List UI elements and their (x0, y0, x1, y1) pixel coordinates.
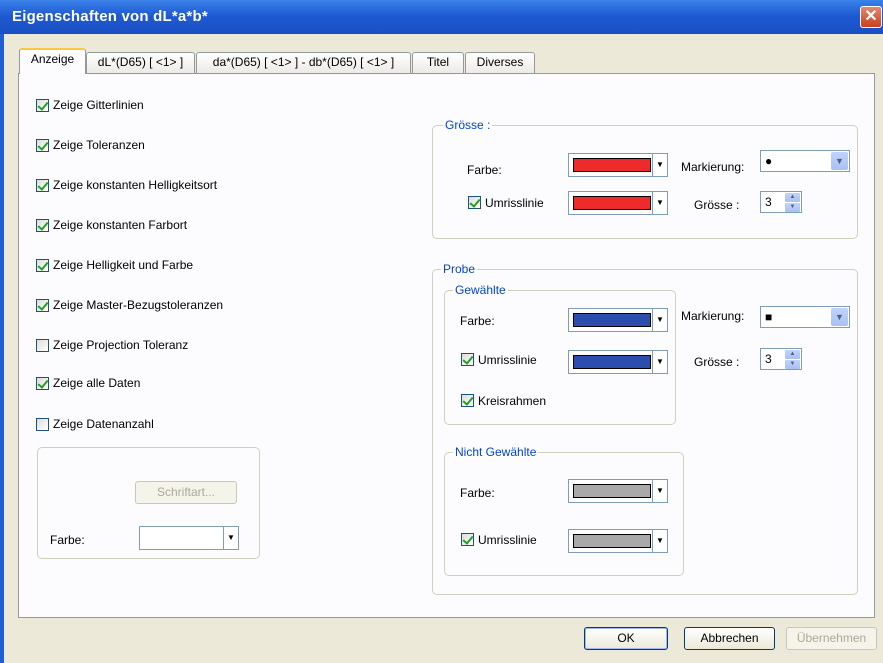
option-label-0: Zeige Gitterlinien (53, 98, 144, 112)
font-color-picker[interactable]: ▼ (139, 526, 239, 550)
groesse-umriss-swatch (573, 196, 651, 210)
probe-groesse-value: 3 (765, 352, 772, 366)
gewaehlte-kreis-checkbox[interactable] (461, 394, 474, 407)
nicht-gewaehlte-farbe-swatch (573, 484, 651, 498)
probe-groesse-spinner[interactable]: 3 ▲ ▼ (760, 348, 802, 370)
gewaehlte-umriss-swatch (573, 355, 651, 369)
gewaehlte-farbe-picker[interactable]: ▼ (568, 308, 668, 332)
apply-button[interactable]: Übernehmen (786, 627, 877, 650)
groesse-groupbox (432, 125, 858, 239)
groesse-farbe-label: Farbe: (467, 163, 502, 177)
nicht-gewaehlte-groupbox (444, 452, 684, 576)
option-checkbox-3[interactable] (36, 219, 49, 232)
chevron-down-icon: ▼ (652, 154, 667, 176)
chevron-down-icon: ▼ (652, 351, 667, 373)
tab-anzeige[interactable]: Anzeige (19, 48, 86, 74)
cancel-button[interactable]: Abbrechen (684, 627, 775, 650)
close-button[interactable]: ✕ (860, 6, 882, 28)
chevron-down-icon: ▼ (831, 308, 848, 326)
gewaehlte-umriss-checkbox[interactable] (461, 353, 474, 366)
chevron-down-icon: ▼ (652, 309, 667, 331)
option-label-4: Zeige Helligkeit und Farbe (53, 258, 194, 272)
option-checkbox-5[interactable] (36, 299, 49, 312)
window-title: Eigenschaften von dL*a*b* (12, 8, 208, 25)
groesse-farbe-picker[interactable]: ▼ (568, 153, 668, 177)
nicht-gewaehlte-group-title: Nicht Gewählte (453, 445, 539, 459)
groesse-markierung-value: ● (765, 154, 773, 168)
option-checkbox-1[interactable] (36, 139, 49, 152)
gewaehlte-group-title: Gewählte (453, 283, 508, 297)
option-checkbox-0[interactable] (36, 99, 49, 112)
option-label-5: Zeige Master-Bezugstoleranzen (53, 298, 224, 312)
gewaehlte-umriss-picker[interactable]: ▼ (568, 350, 668, 374)
nicht-gewaehlte-farbe-label: Farbe: (460, 486, 495, 500)
option-label-7: Zeige alle Daten (53, 376, 141, 390)
tab-diverses[interactable]: Diverses (465, 52, 535, 73)
probe-markierung-select[interactable]: ■ ▼ (760, 306, 850, 328)
font-color-swatch (144, 531, 222, 545)
probe-markierung-label: Markierung: (681, 309, 745, 323)
nicht-gewaehlte-umriss-label: Umrisslinie (478, 533, 537, 547)
option-label-2: Zeige konstanten Helligkeitsort (53, 178, 218, 192)
ok-button[interactable]: OK (584, 627, 668, 650)
option-checkbox-6[interactable] (36, 339, 49, 352)
groesse-group-title: Grösse : (443, 118, 493, 132)
dialog-window: Eigenschaften von dL*a*b* ✕ Anzeige dL*(… (0, 0, 883, 663)
gewaehlte-umriss-label: Umrisslinie (478, 353, 537, 367)
title-bar[interactable]: Eigenschaften von dL*a*b* ✕ (0, 0, 883, 34)
option-checkbox-7[interactable] (36, 377, 49, 390)
groesse-farbe-swatch (573, 158, 651, 172)
groesse-groesse-spinner[interactable]: 3 ▲ ▼ (760, 191, 802, 213)
groesse-groesse-label: Grösse : (694, 198, 740, 212)
probe-group-title: Probe (441, 262, 478, 276)
option-label-1: Zeige Toleranzen (53, 138, 145, 152)
font-button[interactable]: Schriftart... (135, 481, 237, 504)
gewaehlte-farbe-swatch (573, 313, 651, 327)
nicht-gewaehlte-umriss-picker[interactable]: ▼ (568, 529, 668, 553)
dialog-client-area: Anzeige dL*(D65) [ <1> ] da*(D65) [ <1> … (4, 34, 883, 663)
groesse-umriss-label: Umrisslinie (485, 196, 544, 210)
option-checkbox-2[interactable] (36, 179, 49, 192)
spin-up-icon[interactable]: ▲ (785, 193, 800, 202)
nicht-gewaehlte-umriss-checkbox[interactable] (461, 533, 474, 546)
nicht-gewaehlte-umriss-swatch (573, 534, 651, 548)
spin-up-icon[interactable]: ▲ (785, 350, 800, 359)
groesse-umriss-picker[interactable]: ▼ (568, 191, 668, 215)
chevron-down-icon: ▼ (652, 530, 667, 552)
probe-groesse-label: Grösse : (694, 355, 740, 369)
nicht-gewaehlte-farbe-picker[interactable]: ▼ (568, 479, 668, 503)
option-label-3: Zeige konstanten Farbort (53, 218, 188, 232)
option-label-8: Zeige Datenanzahl (53, 417, 154, 431)
spin-down-icon[interactable]: ▼ (785, 360, 800, 369)
font-color-label: Farbe: (50, 533, 85, 547)
groesse-umriss-checkbox[interactable] (468, 196, 481, 209)
option-checkbox-8[interactable] (36, 418, 49, 431)
probe-markierung-value: ■ (765, 310, 773, 324)
chevron-down-icon: ▼ (223, 527, 238, 549)
option-checkbox-4[interactable] (36, 259, 49, 272)
option-label-6: Zeige Projection Toleranz (53, 338, 189, 352)
gewaehlte-farbe-label: Farbe: (460, 314, 495, 328)
tab-panel-anzeige: Zeige Gitterlinien Zeige Toleranzen Zeig… (18, 73, 875, 618)
groesse-markierung-select[interactable]: ● ▼ (760, 150, 850, 172)
gewaehlte-kreis-label: Kreisrahmen (478, 394, 547, 408)
groesse-markierung-label: Markierung: (681, 160, 745, 174)
tab-dl[interactable]: dL*(D65) [ <1> ] (86, 52, 195, 73)
chevron-down-icon: ▼ (652, 480, 667, 502)
chevron-down-icon: ▼ (652, 192, 667, 214)
chevron-down-icon: ▼ (831, 152, 848, 170)
tab-da-db[interactable]: da*(D65) [ <1> ] - db*(D65) [ <1> ] (196, 52, 411, 73)
spin-down-icon[interactable]: ▼ (785, 203, 800, 212)
tab-titel[interactable]: Titel (412, 52, 464, 73)
groesse-groesse-value: 3 (765, 195, 772, 209)
